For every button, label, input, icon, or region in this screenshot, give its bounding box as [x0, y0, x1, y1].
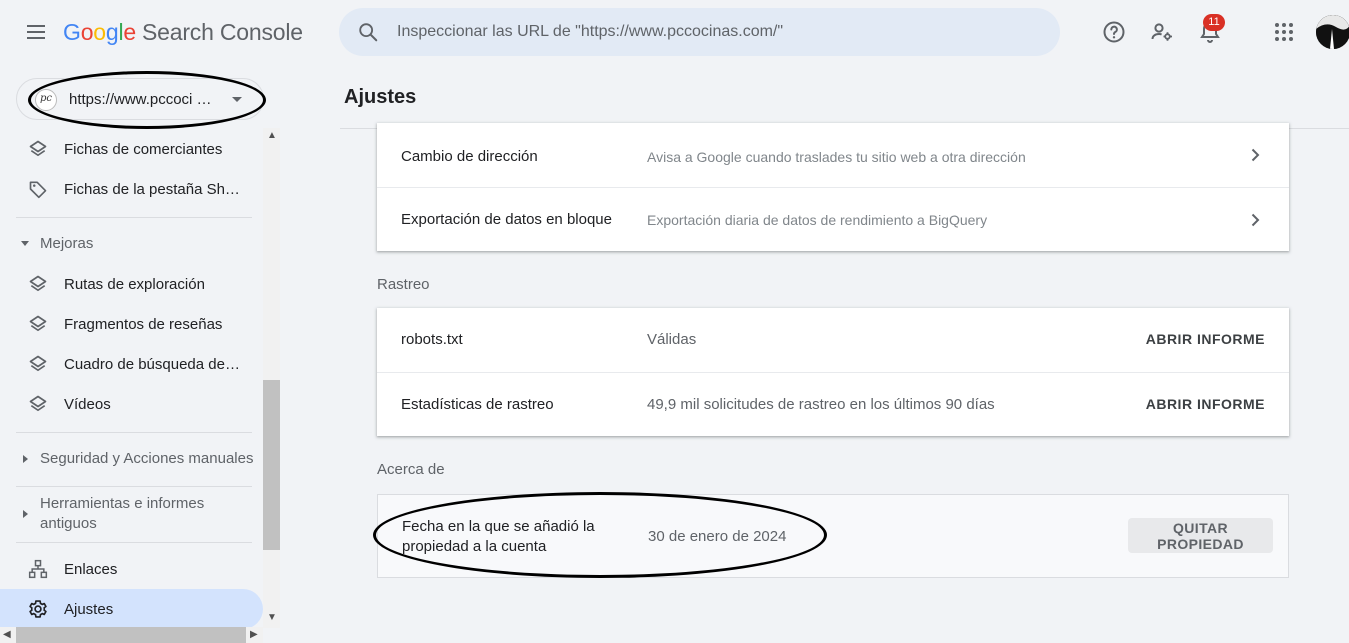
scrollbar-thumb[interactable]	[263, 380, 280, 550]
sidebar-item-shopping-tab-listings[interactable]: Fichas de la pestaña Sh…	[0, 169, 263, 209]
section-label-crawl: Rastreo	[377, 276, 430, 293]
setting-row-crawl-stats: Estadísticas de rastreo 49,9 mil solicit…	[377, 372, 1289, 436]
about-card: Fecha en la que se añadió la propiedad a…	[377, 494, 1289, 578]
sidebar-section-enhancements[interactable]: Mejoras	[0, 234, 263, 254]
avatar-image	[1316, 15, 1349, 49]
setting-row-bulk-data-export[interactable]: Exportación de datos en bloque Exportaci…	[377, 187, 1289, 251]
sidebar-item-links[interactable]: Enlaces	[0, 549, 263, 589]
sidebar-item-videos[interactable]: Vídeos	[0, 384, 263, 424]
layers-icon	[29, 355, 47, 372]
date-added-value: 30 de enero de 2024	[648, 528, 787, 545]
search-input[interactable]	[397, 8, 1037, 56]
links-icon	[28, 559, 48, 579]
sidebar-divider	[16, 486, 252, 487]
scroll-down-arrow[interactable]: ▼	[267, 612, 277, 623]
scroll-left-arrow[interactable]: ◀	[3, 629, 11, 640]
sidebar-divider	[16, 217, 252, 218]
sidebar-item-sitelinks-searchbox[interactable]: Cuadro de búsqueda de…	[0, 344, 263, 384]
logo-product-name: Search Console	[142, 19, 303, 45]
manage-users-icon[interactable]	[1150, 20, 1174, 44]
gear-icon	[29, 600, 47, 618]
layers-icon	[29, 395, 47, 412]
caret-right-icon	[23, 510, 28, 518]
notifications-badge: 11	[1203, 14, 1225, 31]
layers-icon	[29, 275, 47, 292]
sidebar-item-review-snippets[interactable]: Fragmentos de reseñas	[0, 304, 263, 344]
section-label-about: Acerca de	[377, 461, 445, 478]
scroll-up-arrow[interactable]: ▲	[267, 130, 277, 141]
general-settings-card: Cambio de dirección Avisa a Google cuand…	[377, 123, 1289, 251]
top-bar: GoogleSearch Console 11	[0, 0, 1349, 64]
sidebar: Fichas de comerciantes Fichas de la pest…	[0, 128, 263, 628]
property-selector[interactable]: pc https://www.pccoci …	[16, 78, 264, 120]
open-report-button[interactable]: ABRIR INFORME	[1146, 396, 1265, 412]
sidebar-horizontal-scrollbar[interactable]: ◀ ▶	[0, 627, 263, 643]
chevron-right-icon	[1251, 148, 1260, 162]
sidebar-item-settings[interactable]: Ajustes	[0, 589, 263, 628]
open-report-button[interactable]: ABRIR INFORME	[1146, 331, 1265, 347]
search-console-logo[interactable]: Google Search Console	[63, 19, 303, 46]
chevron-down-icon	[232, 97, 242, 102]
account-avatar[interactable]	[1316, 15, 1349, 49]
caret-down-icon	[21, 241, 29, 246]
sidebar-scrollbar[interactable]: ▲ ▼	[263, 128, 280, 628]
main-menu-icon[interactable]	[24, 20, 48, 44]
property-url: https://www.pccoci …	[69, 91, 212, 108]
search-icon[interactable]	[357, 21, 379, 43]
layers-icon	[29, 315, 47, 332]
sidebar-divider	[16, 542, 252, 543]
layers-icon	[29, 140, 47, 157]
setting-row-robots-txt: robots.txt Válidas ABRIR INFORME	[401, 331, 1265, 348]
chevron-right-icon	[1251, 213, 1260, 227]
crawl-settings-card: robots.txt Válidas ABRIR INFORME Estadís…	[377, 308, 1289, 436]
sidebar-item-merchant-listings[interactable]: Fichas de comerciantes	[0, 129, 263, 169]
setting-row-change-of-address[interactable]: Cambio de dirección Avisa a Google cuand…	[377, 123, 1289, 187]
scroll-right-arrow[interactable]: ▶	[250, 629, 258, 640]
url-inspection-search[interactable]	[339, 8, 1060, 56]
sidebar-section-legacy-tools[interactable]: Herramientas e informes antiguos	[0, 494, 263, 534]
sidebar-divider	[16, 432, 252, 433]
horizontal-scrollbar-thumb[interactable]	[16, 627, 246, 643]
apps-grid-icon[interactable]	[1272, 20, 1296, 44]
sidebar-section-security[interactable]: Seguridad y Acciones manuales	[0, 449, 263, 469]
page-title: Ajustes	[344, 86, 417, 108]
date-added-label: Fecha en la que se añadió la propiedad a…	[402, 518, 595, 555]
sidebar-item-breadcrumbs[interactable]: Rutas de exploración	[0, 264, 263, 304]
remove-property-button[interactable]: QUITAR PROPIEDAD	[1128, 518, 1273, 553]
tag-icon	[29, 181, 47, 199]
property-favicon: pc	[35, 89, 57, 111]
help-icon[interactable]	[1102, 20, 1126, 44]
caret-right-icon	[23, 455, 28, 463]
